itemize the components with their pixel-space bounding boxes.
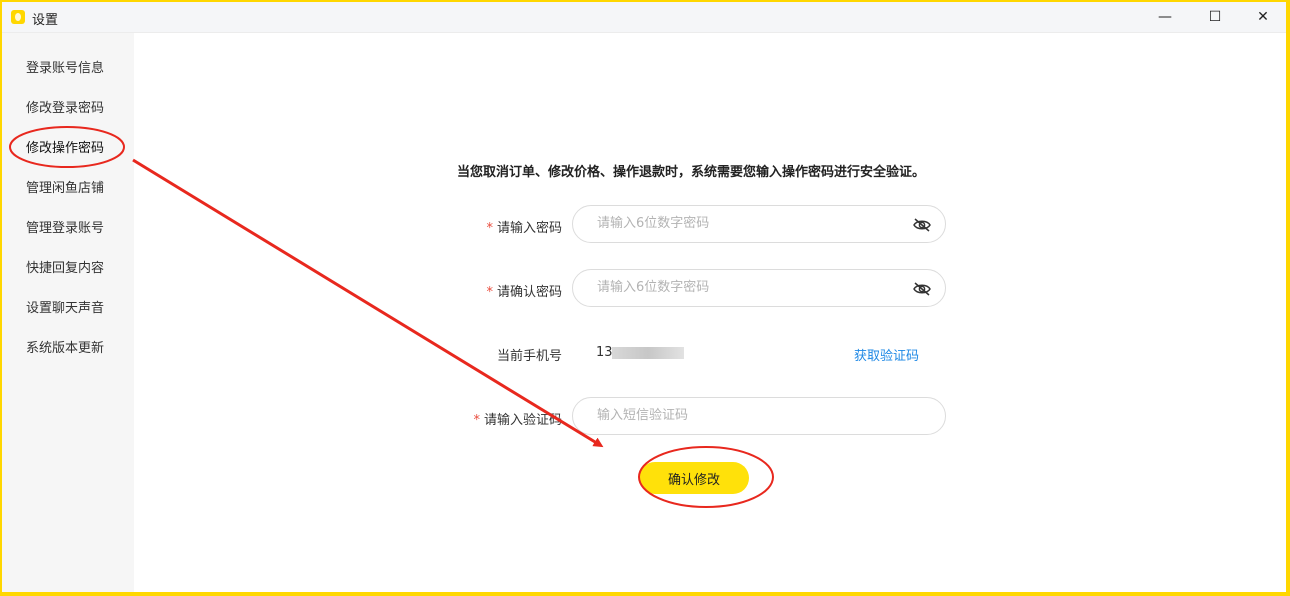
eye-off-icon[interactable] — [913, 282, 931, 296]
settings-sidebar: 登录账号信息 修改登录密码 修改操作密码 管理闲鱼店铺 管理登录账号 快捷回复内… — [2, 33, 134, 592]
operation-password-form: 当您取消订单、修改价格、操作退款时，系统需要您输入操作密码进行安全验证。 * 请输… — [134, 33, 1286, 592]
sms-code-label-text: 请输入验证码 — [483, 413, 562, 428]
sidebar-item-quick-replies[interactable]: 快捷回复内容 — [2, 249, 134, 289]
sidebar-item-manage-accounts[interactable]: 管理登录账号 — [2, 209, 134, 249]
app-icon — [11, 10, 25, 24]
get-code-link[interactable]: 获取验证码 — [854, 345, 919, 364]
password-label-text: 请输入密码 — [496, 221, 562, 236]
settings-window: 设置 — ☐ ✕ 登录账号信息 修改登录密码 修改操作密码 管理闲鱼店铺 管理登… — [2, 2, 1286, 592]
sidebar-item-chat-sound[interactable]: 设置聊天声音 — [2, 289, 134, 329]
eye-off-icon[interactable] — [913, 218, 931, 232]
password-label: * 请输入密码 — [412, 217, 562, 236]
sidebar-item-login-password[interactable]: 修改登录密码 — [2, 89, 134, 129]
sidebar-item-manage-shops[interactable]: 管理闲鱼店铺 — [2, 169, 134, 209]
confirm-password-field[interactable] — [572, 269, 946, 307]
confirm-password-input[interactable] — [595, 279, 899, 296]
required-mark: * — [473, 413, 480, 428]
confirm-change-button[interactable]: 确认修改 — [639, 462, 749, 494]
window-title: 设置 — [32, 13, 59, 28]
sidebar-item-operation-password[interactable]: 修改操作密码 — [2, 129, 134, 169]
password-input[interactable] — [595, 215, 899, 232]
maximize-button[interactable]: ☐ — [1192, 2, 1238, 32]
title-bar: 设置 — ☐ ✕ — [2, 2, 1286, 33]
phone-number: 13 — [596, 345, 613, 360]
sidebar-item-account-info[interactable]: 登录账号信息 — [2, 49, 134, 89]
phone-label: 当前手机号 — [496, 349, 562, 364]
sidebar-item-version-update[interactable]: 系统版本更新 — [2, 329, 134, 369]
confirm-password-label: * 请确认密码 — [412, 281, 562, 300]
security-notice: 当您取消订单、修改价格、操作退款时，系统需要您输入操作密码进行安全验证。 — [457, 165, 926, 180]
confirm-password-label-text: 请确认密码 — [496, 285, 562, 300]
phone-number-mask — [612, 347, 684, 359]
sms-code-input[interactable] — [595, 407, 899, 424]
sms-code-field[interactable] — [572, 397, 946, 435]
required-mark: * — [486, 221, 493, 236]
required-mark: * — [486, 285, 493, 300]
password-field[interactable] — [572, 205, 946, 243]
minimize-button[interactable]: — — [1142, 2, 1188, 32]
sms-code-label: * 请输入验证码 — [412, 409, 562, 428]
close-button[interactable]: ✕ — [1240, 2, 1286, 32]
